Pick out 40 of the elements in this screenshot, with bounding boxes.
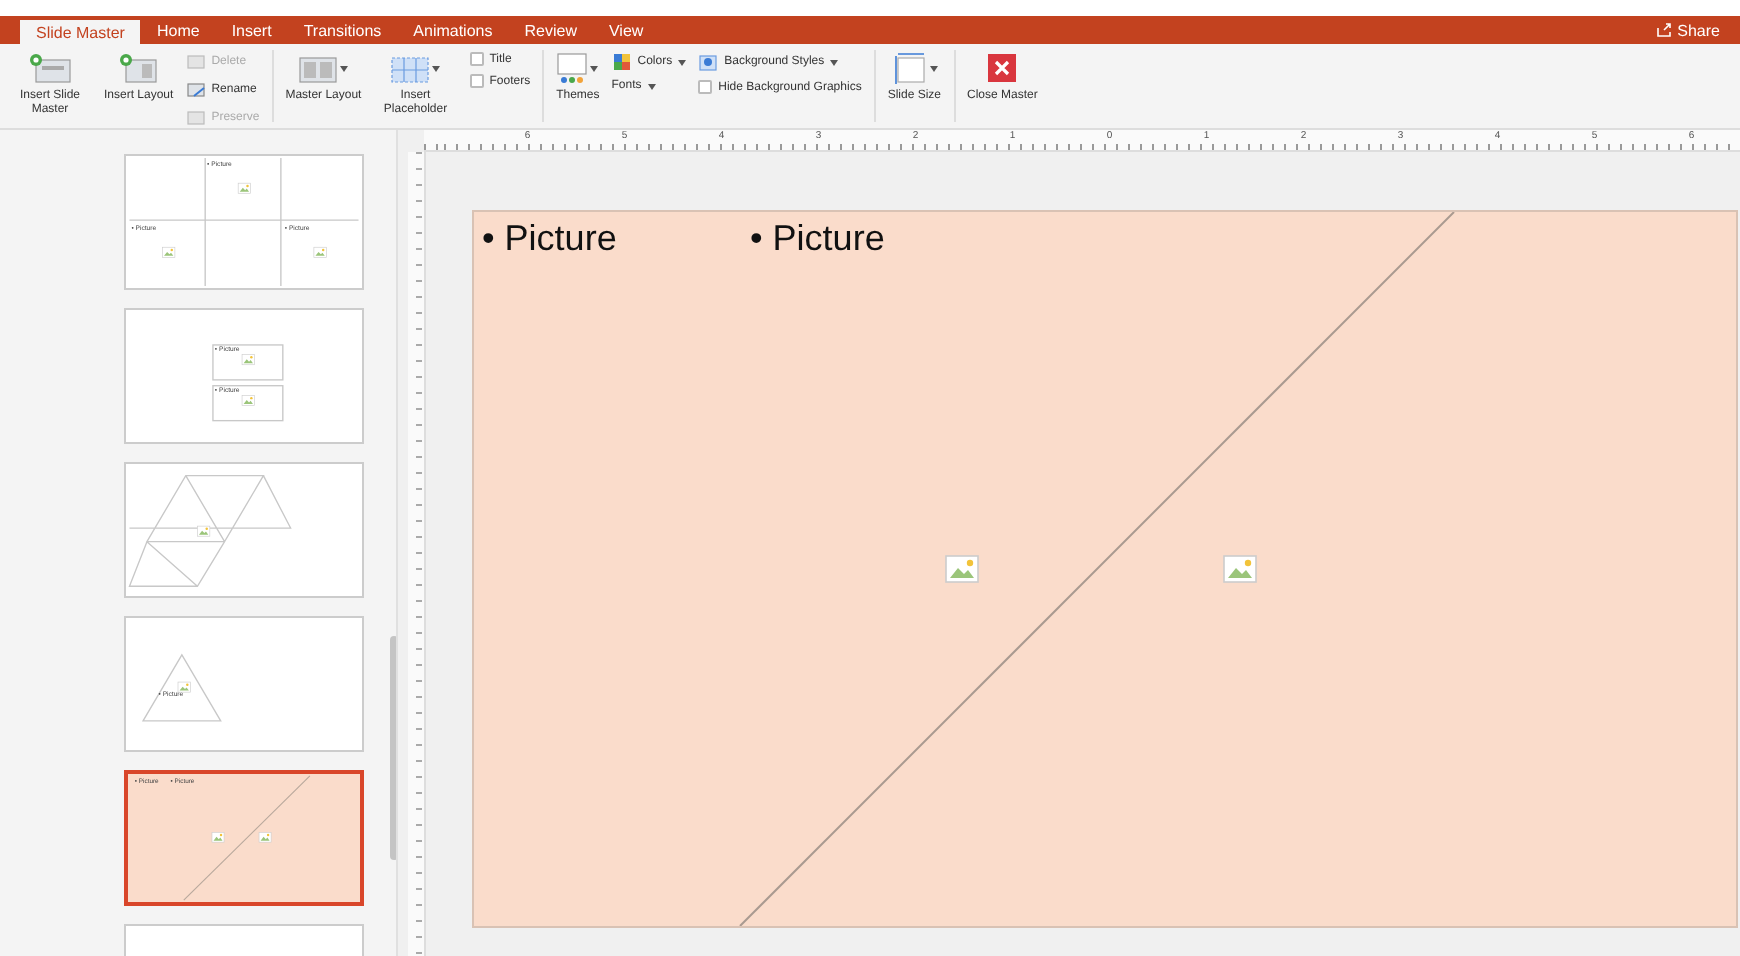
placeholder-frame — [212, 385, 284, 422]
slide-master-icon — [28, 52, 72, 84]
checkbox[interactable] — [698, 80, 713, 94]
ribbon-tab[interactable]: Insert — [215, 16, 288, 44]
placeholder-grid-icon — [390, 52, 431, 84]
picture-placeholder-icon — [241, 354, 255, 366]
picture-placeholder-icon — [241, 395, 255, 406]
layout-icon — [118, 52, 159, 84]
share-icon — [1655, 22, 1672, 38]
picture-placeholder-icon — [944, 555, 978, 583]
background-icon — [698, 52, 719, 72]
slide-thumbnail[interactable] — [124, 462, 364, 598]
placeholder-text[interactable]: • Picture — [749, 218, 884, 258]
picture-placeholder-icon — [1222, 555, 1256, 583]
slide-size-icon — [891, 52, 928, 84]
picture-placeholder-icon — [211, 832, 225, 843]
picture-placeholder-icon — [237, 182, 251, 194]
placeholder-frame — [212, 344, 284, 381]
picture-placeholder-icon — [313, 246, 327, 258]
picture-placeholder-icon — [162, 246, 176, 258]
ribbon-tab[interactable]: Home — [140, 16, 216, 44]
placeholder-text[interactable]: • Picture — [481, 218, 616, 258]
picture-placeholder-icon — [258, 832, 272, 843]
colors-icon — [611, 52, 632, 72]
picture-placeholder-icon — [197, 525, 211, 537]
themes-icon — [556, 52, 589, 84]
ribbon-tab[interactable]: View — [592, 16, 660, 44]
ribbon-tab[interactable]: Review — [508, 16, 593, 44]
ribbon-tab[interactable]: Slide Master — [20, 20, 141, 44]
delete-icon — [185, 52, 206, 72]
triangle-drawing — [141, 653, 222, 722]
checkbox[interactable] — [469, 74, 484, 88]
share-button[interactable]: Share — [1643, 16, 1740, 44]
layout-icon — [298, 52, 339, 84]
picture-placeholder-icon — [177, 681, 191, 693]
ribbon-tab[interactable]: Animations — [397, 16, 509, 44]
ribbon-tab[interactable]: Transitions — [287, 16, 398, 44]
rename-icon — [185, 80, 206, 100]
checkbox[interactable] — [469, 52, 484, 66]
close-icon — [986, 52, 1019, 84]
